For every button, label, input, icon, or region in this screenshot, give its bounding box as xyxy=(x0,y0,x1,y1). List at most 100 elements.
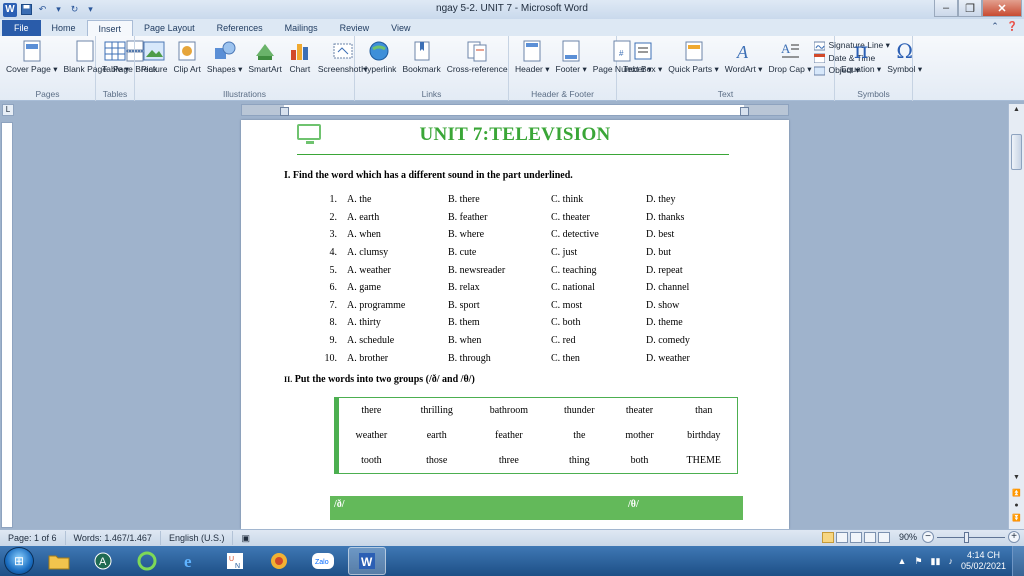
svg-text:A: A xyxy=(99,556,107,568)
macro-record-icon[interactable]: ▣ xyxy=(233,531,258,545)
text-box-button[interactable]: Text Box ▾ xyxy=(620,38,665,74)
volume-icon[interactable]: ♪ xyxy=(948,556,953,566)
tab-references[interactable]: References xyxy=(206,20,274,36)
start-button[interactable]: ⊞ xyxy=(4,547,34,575)
clock[interactable]: 4:14 CH 05/02/2021 xyxy=(961,550,1006,572)
scroll-up-icon[interactable]: ▲ xyxy=(1011,106,1022,117)
previous-page-icon[interactable]: ⏫ xyxy=(1011,489,1022,500)
option-d: D. but xyxy=(646,247,671,259)
right-indent-marker[interactable] xyxy=(740,107,749,116)
ribbon: Cover Page ▾ Blank Page Page Break Pages… xyxy=(0,36,1024,101)
action-center-flag-icon[interactable]: ⚑ xyxy=(914,556,922,567)
tab-page-layout[interactable]: Page Layout xyxy=(133,20,206,36)
minimize-ribbon-icon[interactable]: ⌃ xyxy=(991,21,999,32)
cover-page-button[interactable]: Cover Page ▾ xyxy=(3,38,61,74)
chart-button[interactable]: Chart xyxy=(285,38,315,74)
quick-parts-icon xyxy=(682,38,706,64)
wordart-button[interactable]: A WordArt ▾ xyxy=(722,38,766,74)
redo-icon[interactable]: ↻ xyxy=(68,3,81,16)
scroll-thumb[interactable] xyxy=(1011,134,1022,170)
tab-mailings[interactable]: Mailings xyxy=(274,20,329,36)
taskbar-app-a[interactable]: A xyxy=(84,547,122,575)
word-app-icon[interactable]: W xyxy=(3,2,17,17)
clip-art-button[interactable]: Clip Art xyxy=(170,38,203,74)
word-count[interactable]: Words: 1.467/1.467 xyxy=(66,531,161,545)
ie-icon: e xyxy=(184,552,192,571)
option-d: D. channel xyxy=(646,282,690,294)
option-c: C. national xyxy=(551,282,595,294)
bookmark-button[interactable]: Bookmark xyxy=(399,38,443,74)
footer-button[interactable]: Footer ▾ xyxy=(553,38,590,74)
draft-view-icon[interactable] xyxy=(878,532,890,543)
option-b: B. relax xyxy=(448,282,480,294)
zoom-in-button[interactable]: + xyxy=(1008,531,1020,543)
full-screen-reading-view-icon[interactable] xyxy=(836,532,848,543)
vertical-ruler[interactable] xyxy=(1,122,13,528)
drop-cap-button[interactable]: A Drop Cap ▾ xyxy=(765,38,814,74)
tab-insert[interactable]: Insert xyxy=(86,20,134,36)
question-number: 10. xyxy=(324,352,338,364)
equation-button[interactable]: π Equation ▾ xyxy=(838,38,884,74)
quick-parts-button[interactable]: Quick Parts ▾ xyxy=(665,38,722,74)
tab-view[interactable]: View xyxy=(380,20,421,36)
network-icon[interactable]: ▮▮ xyxy=(931,556,941,567)
horizontal-ruler[interactable] xyxy=(241,104,789,116)
undo-icon[interactable]: ↶ xyxy=(36,3,49,16)
zoom-level[interactable]: 90% xyxy=(899,532,917,542)
section-1-heading: I. Find the word which has a different s… xyxy=(284,170,573,181)
group-symbols: π Equation ▾ Ω Symbol ▾ Symbols xyxy=(835,36,922,101)
header-button[interactable]: Header ▾ xyxy=(512,38,553,74)
taskbar-word[interactable]: W xyxy=(348,547,386,575)
taskbar-app-c[interactable] xyxy=(128,547,166,575)
language-indicator[interactable]: English (U.S.) xyxy=(161,531,234,545)
option-b: B. when xyxy=(448,335,482,347)
minimize-button[interactable]: – xyxy=(934,0,958,17)
show-hidden-icons-icon[interactable]: ▲ xyxy=(898,556,907,566)
close-button[interactable]: ✕ xyxy=(982,0,1022,17)
show-desktop-button[interactable] xyxy=(1012,546,1024,576)
option-d: D. thanks xyxy=(646,211,685,223)
smartart-button[interactable]: SmartArt xyxy=(245,38,285,74)
tab-file[interactable]: File xyxy=(2,20,41,36)
browse-object-icon[interactable]: ● xyxy=(1011,502,1022,513)
zoom-slider-thumb[interactable] xyxy=(964,532,969,543)
web-layout-view-icon[interactable] xyxy=(850,532,862,543)
maximize-button[interactable]: ❐ xyxy=(958,0,982,17)
taskbar-zalo[interactable]: Zalo xyxy=(304,547,342,575)
tab-review[interactable]: Review xyxy=(329,20,381,36)
outline-view-icon[interactable] xyxy=(864,532,876,543)
taskbar-internet-explorer[interactable]: e xyxy=(172,547,210,575)
blank-page-icon xyxy=(73,38,97,64)
page-count[interactable]: Page: 1 of 6 xyxy=(0,531,66,545)
option-d: D. theme xyxy=(646,317,683,329)
zoom-out-button[interactable]: − xyxy=(922,531,934,543)
group-label-pages: Pages xyxy=(35,89,60,99)
print-layout-view-icon[interactable] xyxy=(822,532,834,543)
question-number: 8. xyxy=(329,317,338,329)
zoom-slider-track[interactable] xyxy=(937,537,1005,538)
svg-text:e: e xyxy=(184,552,192,571)
save-icon[interactable] xyxy=(20,3,33,16)
title-underline xyxy=(297,154,729,155)
help-icon[interactable]: ❓ xyxy=(1007,21,1018,32)
option-c: C. theater xyxy=(551,211,590,223)
hyperlink-button[interactable]: Hyperlink xyxy=(358,38,399,74)
picture-button[interactable]: Picture xyxy=(138,38,170,74)
taskbar-unikey[interactable]: UN xyxy=(216,547,254,575)
next-page-icon[interactable]: ⏬ xyxy=(1011,514,1022,525)
ruler-tab-selector[interactable]: L xyxy=(2,104,14,116)
taskbar-explorer[interactable] xyxy=(40,547,78,575)
taskbar-app-sun[interactable] xyxy=(260,547,298,575)
shapes-button[interactable]: Shapes ▾ xyxy=(204,38,245,74)
vertical-scrollbar[interactable]: ▲ ▼ ⏫ ● ⏬ xyxy=(1008,104,1024,529)
undo-dropdown-icon[interactable]: ▾ xyxy=(52,3,65,16)
document-page[interactable]: UNIT 7:TELEVISION I. Find the word which… xyxy=(241,120,789,529)
table-button[interactable]: Table ▾ xyxy=(99,38,132,74)
symbol-button[interactable]: Ω Symbol ▾ xyxy=(884,38,925,74)
customize-qat-icon[interactable]: ▾ xyxy=(84,3,97,16)
words-row: tooth those three thing both THEME xyxy=(339,448,739,473)
cross-reference-button[interactable]: Cross-reference xyxy=(444,38,511,74)
tab-home[interactable]: Home xyxy=(41,20,87,36)
scroll-down-icon[interactable]: ▼ xyxy=(1011,474,1022,485)
left-indent-marker[interactable] xyxy=(280,107,289,116)
